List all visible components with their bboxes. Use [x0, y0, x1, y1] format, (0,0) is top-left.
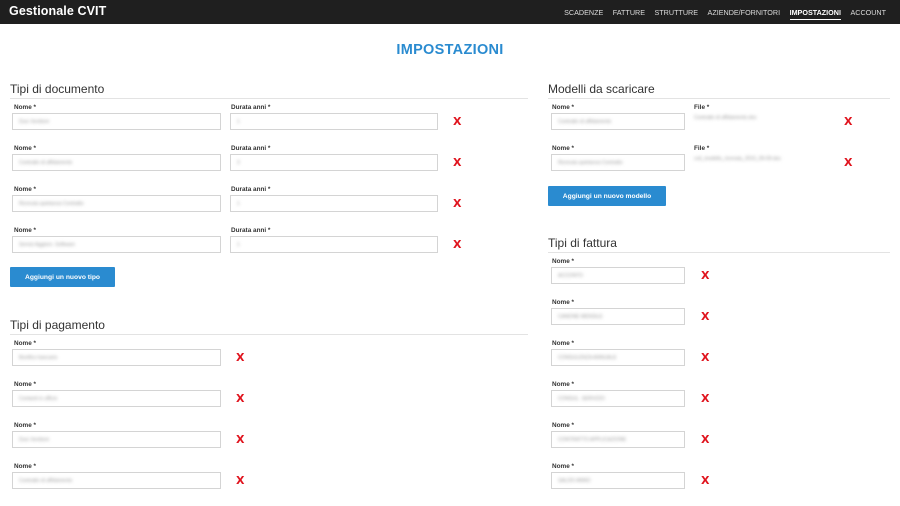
nome-label: Nome * [14, 381, 37, 388]
durata-label: Durata anni * [231, 145, 271, 152]
fattura-nome-input[interactable]: ACCONTO [551, 267, 685, 284]
input-value: Durc fornitore [19, 119, 50, 125]
nome-label: Nome * [552, 145, 575, 152]
documento-nome-input[interactable]: Contratto di affidamento [12, 154, 221, 171]
input-value: 3 [237, 160, 240, 166]
modello-file-link[interactable]: Contratto di affidamento.doc [694, 115, 757, 121]
remove-pagamento-button[interactable]: X [236, 352, 244, 363]
remove-modello-button[interactable]: X [844, 157, 852, 168]
input-value: SALDO ANNO [558, 478, 591, 484]
input-value: Contanti in ufficio [19, 396, 58, 402]
durata-label: Durata anni * [231, 104, 271, 111]
fattura-nome-input[interactable]: CONSULENZA ANNUALE [551, 349, 685, 366]
remove-modello-button[interactable]: X [844, 116, 852, 127]
nome-label: Nome * [552, 340, 575, 347]
nome-label: Nome * [14, 422, 37, 429]
app-brand[interactable]: Gestionale CVIT [9, 4, 106, 18]
remove-documento-button[interactable]: X [453, 116, 461, 127]
top-navbar: Gestionale CVIT SCADENZE FATTURE STRUTTU… [0, 0, 900, 24]
nav-item-aziende-fornitori[interactable]: AZIENDE/FORNITORI [708, 0, 781, 24]
nav-item-impostazioni[interactable]: IMPOSTAZIONI [789, 0, 842, 24]
input-value: CONSUL. SERVIZIO [558, 396, 605, 402]
nome-label: Nome * [14, 463, 37, 470]
input-value: CONSULENZA ANNUALE [558, 355, 617, 361]
section-title-tipi-pagamento: Tipi di pagamento [10, 318, 528, 335]
add-tipo-button[interactable]: Aggiungi un nuovo tipo [10, 267, 115, 287]
input-value: Ricevuta quietanza Contratto [558, 160, 623, 166]
remove-pagamento-button[interactable]: X [236, 434, 244, 445]
nome-label: Nome * [552, 104, 575, 111]
input-value: ACCONTO [558, 273, 583, 279]
remove-fattura-button[interactable]: X [701, 475, 709, 486]
fattura-nome-input[interactable]: CONSUL. SERVIZIO [551, 390, 685, 407]
documento-durata-input[interactable]: 1 [230, 195, 438, 212]
input-value: Contratto di affidamento [19, 160, 73, 166]
nome-label: Nome * [552, 258, 575, 265]
input-value: Servizi Aggiorn. Software [19, 242, 75, 248]
nome-label: Nome * [552, 422, 575, 429]
input-value: CANONE MENSILE [558, 314, 603, 320]
fattura-nome-input[interactable]: SALDO ANNO [551, 472, 685, 489]
input-value: Contratto di affidamento [558, 119, 612, 125]
documento-nome-input[interactable]: Durc fornitore [12, 113, 221, 130]
nome-label: Nome * [14, 227, 37, 234]
nome-label: Nome * [14, 340, 37, 347]
durata-label: Durata anni * [231, 186, 271, 193]
remove-pagamento-button[interactable]: X [236, 393, 244, 404]
remove-documento-button[interactable]: X [453, 198, 461, 209]
input-value: CONTRATTO APPLICAZIONE [558, 437, 627, 443]
documento-nome-input[interactable]: Servizi Aggiorn. Software [12, 236, 221, 253]
input-value: Contratto di affidamento [19, 478, 73, 484]
fattura-nome-input[interactable]: CANONE MENSILE [551, 308, 685, 325]
file-label: File * [694, 104, 710, 111]
nome-label: Nome * [14, 145, 37, 152]
remove-fattura-button[interactable]: X [701, 434, 709, 445]
modello-nome-input[interactable]: Ricevuta quietanza Contratto [551, 154, 685, 171]
input-value: Ricevuta quietanza Contratto [19, 201, 84, 207]
input-value: 1 [237, 119, 240, 125]
nome-label: Nome * [14, 186, 37, 193]
section-title-tipi-documento: Tipi di documento [10, 82, 528, 99]
input-value: 1 [237, 201, 240, 207]
remove-pagamento-button[interactable]: X [236, 475, 244, 486]
documento-durata-input[interactable]: 1 [230, 236, 438, 253]
nav-item-scadenze[interactable]: SCADENZE [564, 0, 603, 24]
nome-label: Nome * [552, 299, 575, 306]
nav-item-strutture[interactable]: STRUTTURE [655, 0, 699, 24]
remove-fattura-button[interactable]: X [701, 311, 709, 322]
remove-fattura-button[interactable]: X [701, 352, 709, 363]
remove-fattura-button[interactable]: X [701, 270, 709, 281]
documento-durata-input[interactable]: 3 [230, 154, 438, 171]
input-value: Durc fornitore [19, 437, 50, 443]
nav-item-fatture[interactable]: FATTURE [613, 0, 645, 24]
main-nav: SCADENZE FATTURE STRUTTURE AZIENDE/FORNI… [555, 0, 886, 24]
durata-label: Durata anni * [231, 227, 271, 234]
file-label: File * [694, 145, 710, 152]
fattura-nome-input[interactable]: CONTRATTO APPLICAZIONE [551, 431, 685, 448]
modello-nome-input[interactable]: Contratto di affidamento [551, 113, 685, 130]
pagamento-nome-input[interactable]: Bonifico bancario [12, 349, 221, 366]
input-value: Bonifico bancario [19, 355, 58, 361]
section-title-tipi-fattura: Tipi di fattura [548, 236, 890, 253]
nome-label: Nome * [552, 463, 575, 470]
page-title: IMPOSTAZIONI [396, 42, 504, 58]
documento-nome-input[interactable]: Ricevuta quietanza Contratto [12, 195, 221, 212]
remove-fattura-button[interactable]: X [701, 393, 709, 404]
remove-documento-button[interactable]: X [453, 157, 461, 168]
nome-label: Nome * [14, 104, 37, 111]
section-title-modelli: Modelli da scaricare [548, 82, 890, 99]
modello-file-link[interactable]: cvit_modello_ricevuta_2015_09-09.doc [694, 156, 781, 162]
remove-documento-button[interactable]: X [453, 239, 461, 250]
documento-durata-input[interactable]: 1 [230, 113, 438, 130]
pagamento-nome-input[interactable]: Contratto di affidamento [12, 472, 221, 489]
nome-label: Nome * [552, 381, 575, 388]
pagamento-nome-input[interactable]: Contanti in ufficio [12, 390, 221, 407]
input-value: 1 [237, 242, 240, 248]
nav-item-account[interactable]: ACCOUNT [850, 0, 886, 24]
add-modello-button[interactable]: Aggiungi un nuovo modello [548, 186, 666, 206]
pagamento-nome-input[interactable]: Durc fornitore [12, 431, 221, 448]
